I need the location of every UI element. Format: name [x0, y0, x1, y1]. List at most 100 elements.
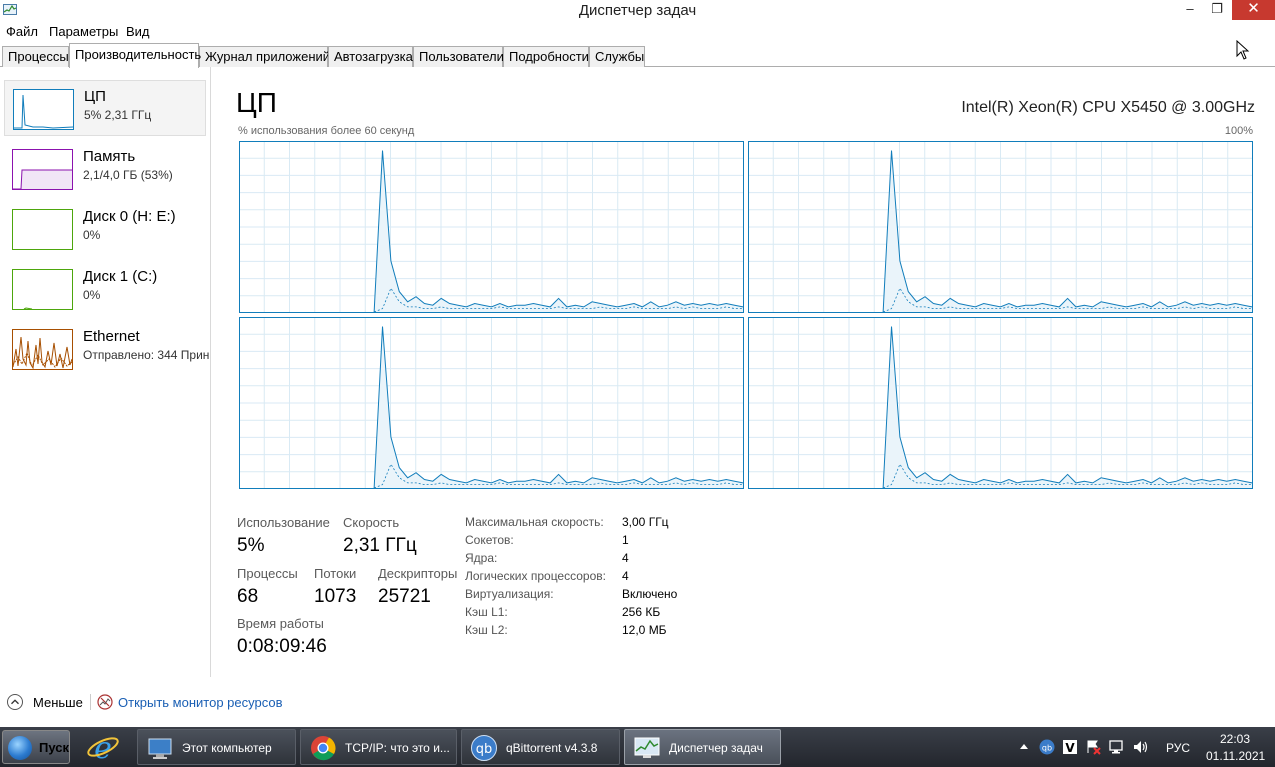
tab-details[interactable]: Подробности: [503, 46, 589, 67]
resource-monitor-icon[interactable]: [97, 694, 113, 710]
detail-l2-key: Кэш L2:: [465, 623, 508, 637]
sidebar-ethernet-name: Ethernet: [83, 328, 140, 345]
menu-bar: Файл Параметры Вид: [0, 22, 1275, 42]
tab-processes[interactable]: Процессы: [2, 46, 69, 67]
detail-max-speed-value: 3,00 ГГц: [622, 515, 669, 529]
title-bar: Диспетчер задач ‒ ❐ ✕: [0, 0, 1275, 22]
sidebar-disk1-name: Диск 1 (C:): [83, 268, 158, 285]
svg-text:qb: qb: [476, 742, 493, 757]
chrome-icon: [311, 736, 336, 761]
detail-l1-value: 256 КБ: [622, 605, 661, 619]
processes-value: 68: [237, 586, 259, 607]
taskbar-task-manager-label: Диспетчер задач: [669, 741, 763, 755]
tray-network-icon[interactable]: [1108, 739, 1124, 755]
detail-virtualization-value: Включено: [622, 587, 678, 601]
disk0-thumbnail-graph-icon: [12, 209, 73, 250]
language-indicator[interactable]: РУС: [1166, 741, 1190, 755]
speed-value: 2,31 ГГц: [343, 535, 417, 556]
taskbar-task-manager[interactable]: Диспетчер задач: [624, 729, 781, 765]
handles-label: Дескрипторы: [378, 566, 458, 581]
detail-l1-key: Кэш L1:: [465, 605, 508, 619]
detail-sockets-key: Сокетов:: [465, 533, 514, 547]
svg-text:e: e: [94, 731, 112, 764]
sidebar-memory-name: Память: [83, 148, 136, 165]
page-title: ЦП: [236, 87, 277, 118]
system-tray: qb V: [1010, 727, 1160, 767]
disk1-thumbnail-graph-icon: [12, 269, 73, 310]
sidebar-item-cpu[interactable]: ЦП 5% 2,31 ГГц: [4, 80, 206, 136]
cpu-core-graph-3: [239, 317, 744, 489]
tab-app-history[interactable]: Журнал приложений: [199, 46, 330, 67]
threads-value: 1073: [314, 586, 357, 607]
sidebar-item-ethernet[interactable]: Ethernet Отправлено: 344 Прин: [4, 321, 209, 377]
sidebar-cpu-sub: 5% 2,31 ГГц: [84, 108, 152, 122]
cpu-thumbnail-graph-icon: [13, 89, 74, 130]
resource-sidebar: ЦП 5% 2,31 ГГц Память 2,1/4,0 ГБ (53%) Д…: [0, 67, 211, 677]
computer-icon: [148, 738, 172, 759]
usage-value: 5%: [237, 535, 265, 556]
tab-performance[interactable]: Производительность: [69, 43, 201, 68]
menu-options[interactable]: Параметры: [49, 24, 118, 39]
cpu-core-graph-1: [239, 141, 744, 313]
memory-thumbnail-graph-icon: [12, 149, 73, 190]
sidebar-disk0-sub: 0%: [83, 228, 101, 242]
sidebar-item-memory[interactable]: Память 2,1/4,0 ГБ (53%): [4, 141, 206, 197]
taskbar-chrome[interactable]: TCP/IP: что это и...: [300, 729, 457, 765]
tray-volume-icon[interactable]: [1132, 739, 1148, 755]
handles-value: 25721: [378, 586, 431, 607]
maximize-button[interactable]: ❐: [1207, 0, 1227, 20]
window-title: Диспетчер задач: [578, 2, 697, 19]
cpu-core-graph-4: [748, 317, 1253, 489]
taskbar-qbittorrent[interactable]: qb qBittorrent v4.3.8: [461, 729, 620, 765]
taskbar-this-pc[interactable]: Этот компьютер: [137, 729, 296, 765]
tray-action-center-icon[interactable]: [1085, 739, 1101, 755]
sidebar-cpu-name: ЦП: [84, 88, 106, 105]
svg-text:V: V: [1065, 741, 1075, 755]
close-button[interactable]: ✕: [1232, 0, 1275, 20]
detail-sockets-value: 1: [622, 533, 629, 547]
footer-separator: [90, 694, 91, 710]
processes-label: Процессы: [237, 566, 298, 581]
chevron-up-icon[interactable]: [7, 694, 23, 710]
clock-date[interactable]: 01.11.2021: [1206, 749, 1265, 763]
menu-view[interactable]: Вид: [126, 24, 150, 39]
detail-logical-value: 4: [622, 569, 629, 583]
sidebar-item-disk0[interactable]: Диск 0 (H: E:) 0%: [4, 201, 206, 257]
sidebar-memory-sub: 2,1/4,0 ГБ (53%): [83, 168, 173, 182]
speed-label: Скорость: [343, 515, 400, 530]
internet-explorer-icon[interactable]: e: [86, 730, 120, 764]
sidebar-disk1-sub: 0%: [83, 288, 101, 302]
tab-users[interactable]: Пользователи: [413, 46, 504, 67]
footer-bar: Меньше Открыть монитор ресурсов: [0, 688, 1275, 716]
usage-label: Использование: [237, 515, 330, 530]
open-resource-monitor-link[interactable]: Открыть монитор ресурсов: [118, 695, 282, 710]
sidebar-item-disk1[interactable]: Диск 1 (C:) 0%: [4, 261, 206, 317]
detail-cores-value: 4: [622, 551, 629, 565]
taskbar: Пуск e Этот компьютер TCP/IP: что это и.…: [0, 727, 1275, 767]
graph-axis-max: 100%: [1224, 125, 1253, 137]
task-manager-icon: [634, 737, 660, 758]
uptime-value: 0:08:09:46: [237, 636, 327, 657]
cpu-core-graph-2: [748, 141, 1253, 313]
minimize-button[interactable]: ‒: [1180, 0, 1200, 20]
clock-time[interactable]: 22:03: [1220, 732, 1250, 746]
taskbar-chrome-label: TCP/IP: что это и...: [345, 741, 450, 755]
tray-qbittorrent-icon[interactable]: qb: [1039, 739, 1055, 755]
fewer-details-button[interactable]: Меньше: [33, 695, 83, 710]
start-button[interactable]: Пуск: [2, 730, 70, 764]
uptime-label: Время работы: [237, 616, 324, 631]
start-label: Пуск: [39, 740, 69, 755]
detail-max-speed-key: Максимальная скорость:: [465, 515, 604, 529]
taskbar-this-pc-label: Этот компьютер: [182, 741, 272, 755]
tab-startup[interactable]: Автозагрузка: [328, 46, 413, 67]
taskbar-qbittorrent-label: qBittorrent v4.3.8: [506, 741, 598, 755]
graph-axis-label: % использования более 60 секунд: [238, 125, 415, 137]
menu-file[interactable]: Файл: [6, 24, 38, 39]
detail-logical-key: Логических процессоров:: [465, 569, 606, 583]
mouse-cursor-icon: [1236, 40, 1250, 60]
tray-expand-icon[interactable]: [1016, 739, 1032, 755]
detail-l2-value: 12,0 МБ: [622, 623, 667, 637]
tray-vmware-icon[interactable]: V: [1062, 739, 1078, 755]
detail-cores-key: Ядра:: [465, 551, 498, 565]
tab-services[interactable]: Службы: [589, 46, 645, 67]
